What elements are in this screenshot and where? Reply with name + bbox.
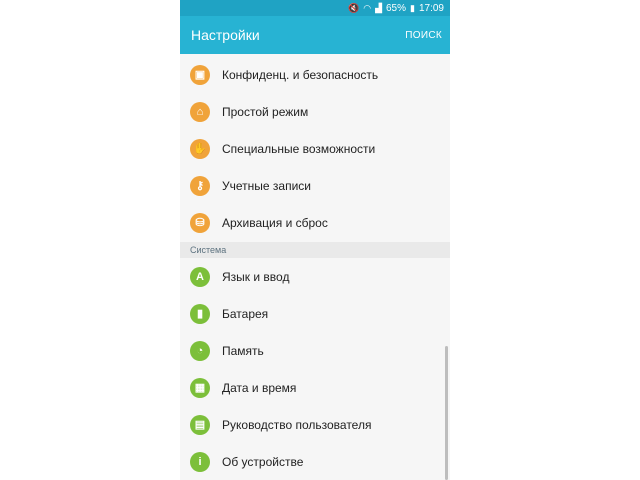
settings-item-easy-mode[interactable]: ⌂ Простой режим [180, 93, 450, 130]
settings-item-about-device[interactable]: i Об устройстве [180, 443, 450, 480]
app-bar: Настройки ПОИСК [180, 16, 450, 54]
storage-icon: ◔ [190, 340, 210, 361]
settings-list: ▣ Конфиденц. и безопасность ⌂ Простой ре… [180, 54, 450, 480]
settings-item-label: Специальные возможности [222, 141, 376, 156]
backup-icon: ⛁ [190, 212, 210, 233]
settings-item-label: Батарея [222, 306, 269, 321]
wifi-icon: ◠ [363, 3, 372, 13]
settings-item-label: Конфиденц. и безопасность [222, 67, 379, 82]
status-bar: 🔇 ◠ ▟ 65% ▮ 17:09 [180, 0, 450, 16]
settings-item-storage[interactable]: ◔ Память [180, 332, 450, 369]
battery-icon: ▮ [190, 303, 210, 324]
settings-item-label: Простой режим [222, 104, 309, 119]
signal-icon: ▟ [375, 3, 382, 13]
page-title: Настройки [191, 27, 260, 43]
settings-item-language-input[interactable]: A Язык и ввод [180, 258, 450, 295]
settings-item-label: Учетные записи [222, 178, 311, 193]
search-button[interactable]: ПОИСК [405, 30, 442, 41]
language-icon: A [190, 266, 210, 287]
mute-icon: 🔇 [348, 3, 360, 13]
settings-item-label: Дата и время [222, 380, 297, 395]
settings-item-label: Память [222, 343, 264, 358]
section-header-system: Система [180, 242, 450, 258]
home-icon: ⌂ [190, 101, 210, 122]
settings-item-label: Язык и ввод [222, 269, 290, 284]
battery-icon: ▮ [410, 3, 415, 13]
settings-item-label: Руководство пользователя [222, 417, 372, 432]
settings-item-accessibility[interactable]: ✋ Специальные возможности [180, 130, 450, 167]
status-time: 17:09 [418, 2, 444, 14]
scrollbar[interactable] [445, 346, 448, 480]
settings-item-battery[interactable]: ▮ Батарея [180, 295, 450, 332]
settings-item-privacy[interactable]: ▣ Конфиденц. и безопасность [180, 56, 450, 93]
settings-item-backup-reset[interactable]: ⛁ Архивация и сброс [180, 204, 450, 241]
key-icon: ⚷ [190, 175, 210, 196]
manual-icon: ▤ [190, 414, 210, 435]
battery-percent: 65% [386, 2, 407, 14]
settings-item-date-time[interactable]: ▦ Дата и время [180, 369, 450, 406]
settings-item-accounts[interactable]: ⚷ Учетные записи [180, 167, 450, 204]
settings-item-user-manual[interactable]: ▤ Руководство пользователя [180, 406, 450, 443]
hand-icon: ✋ [190, 138, 210, 159]
lock-icon: ▣ [190, 64, 210, 85]
settings-item-label: Об устройстве [222, 454, 304, 469]
settings-screen: 🔇 ◠ ▟ 65% ▮ 17:09 Настройки ПОИСК ▣ Конф… [180, 0, 450, 480]
settings-item-label: Архивация и сброс [222, 215, 328, 230]
calendar-icon: ▦ [190, 377, 210, 398]
info-icon: i [190, 451, 210, 472]
